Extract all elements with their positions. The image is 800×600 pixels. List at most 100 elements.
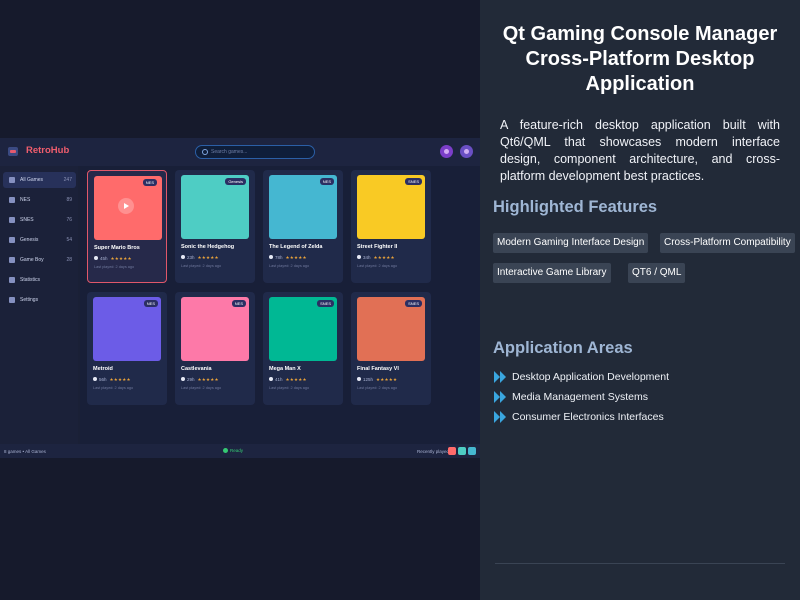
clock-icon — [181, 255, 185, 259]
features-heading: Highlighted Features — [493, 198, 658, 216]
platform-badge: SNES — [405, 300, 422, 307]
game-card[interactable]: NES Castlevania 29h ★★★★★ Last played: 2 day… — [175, 292, 255, 405]
game-card[interactable]: NES Metroid 56h ★★★★★ Last played: 2 days ag… — [87, 292, 167, 405]
last-played: Last played: 2 days ago — [269, 386, 310, 390]
game-card[interactable]: SNES Final Fantasy VI 125h ★★★★★ Last played… — [351, 292, 431, 405]
sidebar-item-label: All Games — [20, 177, 44, 183]
last-played: Last played: 2 days ago — [357, 386, 398, 390]
title-line: Application — [585, 73, 695, 95]
retrohub-window: RetroHub Search games... All Games 247 NES… — [0, 138, 480, 458]
game-meta: 34h ★★★★★ — [357, 255, 395, 261]
clock-icon — [93, 377, 97, 381]
last-played: Last played: 2 days ago — [357, 264, 398, 268]
chevron-right-icon — [494, 391, 508, 403]
page-title: Qt Gaming Console Manager Cross-Platform… — [480, 22, 800, 97]
profile-button[interactable] — [440, 145, 453, 158]
clock-icon — [357, 255, 361, 259]
settings-button[interactable] — [460, 145, 473, 158]
sidebar-item-game-boy[interactable]: Game Boy 28 — [3, 252, 76, 268]
game-meta: 56h ★★★★★ — [93, 377, 131, 383]
description-panel: Qt Gaming Console Manager Cross-Platform… — [480, 0, 800, 600]
star-rating: ★★★★★ — [285, 377, 307, 382]
last-played: Last played: 2 days ago — [93, 386, 134, 390]
recent-game-swatch[interactable] — [448, 447, 456, 455]
game-title: Metroid — [93, 366, 113, 372]
sidebar-item-count: 89 — [66, 197, 72, 203]
status-ready: Ready — [223, 448, 243, 454]
game-title: The Legend of Zelda — [269, 244, 323, 250]
feature-tag: Interactive Game Library — [493, 263, 611, 283]
sidebar-item-all-games[interactable]: All Games 247 — [3, 172, 76, 188]
sidebar-item-genesis[interactable]: Genesis 54 — [3, 232, 76, 248]
platform-badge: SNES — [405, 178, 422, 185]
star-rating: ★★★★★ — [376, 377, 398, 382]
area-label: Media Management Systems — [512, 391, 648, 403]
game-card[interactable]: SNES Street Fighter II 34h ★★★★★ Last played… — [351, 170, 431, 283]
areas-heading: Application Areas — [493, 339, 633, 357]
game-meta: 78h ★★★★★ — [269, 255, 307, 261]
platform-badge: Genesis — [225, 178, 246, 185]
game-meta: 29h ★★★★★ — [181, 377, 219, 383]
star-rating: ★★★★★ — [197, 255, 219, 260]
chevron-right-icon — [494, 411, 508, 423]
play-icon[interactable] — [118, 198, 134, 214]
play-time: 41h — [275, 377, 283, 382]
genesis-icon — [9, 237, 15, 243]
game-title: Sonic the Hedgehog — [181, 244, 235, 250]
clock-icon — [357, 377, 361, 381]
clock-icon — [94, 256, 98, 260]
snes-icon — [9, 217, 15, 223]
divider — [495, 563, 785, 564]
feature-tag: Cross-Platform Compatibility — [660, 233, 795, 253]
game-card[interactable]: SNES Mega Man X 41h ★★★★★ Last played: 2 day… — [263, 292, 343, 405]
game-card[interactable]: NES The Legend of Zelda 78h ★★★★★ Last playe… — [263, 170, 343, 283]
sidebar-item-nes[interactable]: NES 89 — [3, 192, 76, 208]
last-played: Last played: 2 days ago — [181, 386, 222, 390]
platform-badge: SNES — [317, 300, 334, 307]
game-card[interactable]: NES Super Mario Bros 45h ★★★★★ Last played: … — [87, 170, 167, 283]
search-input[interactable]: Search games... — [195, 145, 315, 159]
title-line: Qt Gaming Console Manager — [502, 23, 778, 45]
app-screenshot-area: RetroHub Search games... All Games 247 NES… — [0, 0, 480, 600]
sidebar-item-label: NES — [20, 197, 31, 203]
recently-played-label: Recently played: — [417, 449, 451, 454]
game-title: Castlevania — [181, 366, 212, 372]
game-meta: 23h ★★★★★ — [181, 255, 219, 261]
game-meta: 45h ★★★★★ — [94, 256, 132, 262]
area-label: Desktop Application Development — [512, 371, 670, 383]
star-rating: ★★★★★ — [109, 377, 131, 382]
title-line: Cross-Platform Desktop — [525, 48, 755, 70]
star-rating: ★★★★★ — [110, 256, 132, 261]
ready-indicator-icon — [223, 448, 228, 453]
sidebar-item-settings[interactable]: Settings — [3, 292, 76, 308]
game-title: Final Fantasy VI — [357, 366, 399, 372]
user-icon — [444, 149, 449, 154]
game-meta: 41h ★★★★★ — [269, 377, 307, 383]
play-time: 45h — [100, 256, 108, 261]
last-played: Last played: 2 days ago — [94, 265, 135, 269]
sidebar-item-count: 28 — [66, 257, 72, 263]
last-played: Last played: 2 days ago — [269, 264, 310, 268]
game-title: Mega Man X — [269, 366, 301, 372]
sidebar-item-count: 76 — [66, 217, 72, 223]
recent-game-swatch[interactable] — [458, 447, 466, 455]
game-card[interactable]: Genesis Sonic the Hedgehog 23h ★★★★★ Last pl… — [175, 170, 255, 283]
feature-tag: QT6 / QML — [628, 263, 686, 283]
gameboy-icon — [9, 257, 15, 263]
top-bar: RetroHub Search games... — [0, 138, 480, 166]
clock-icon — [181, 377, 185, 381]
search-icon — [202, 149, 208, 155]
gamepad-icon — [9, 177, 15, 183]
play-time: 23h — [187, 255, 195, 260]
sidebar-item-snes[interactable]: SNES 76 — [3, 212, 76, 228]
status-bar: 8 games • All Games Ready Recently playe… — [0, 444, 480, 458]
star-rating: ★★★★★ — [197, 377, 219, 382]
play-time: 29h — [187, 377, 195, 382]
sidebar-item-statistics[interactable]: Statistics — [3, 272, 76, 288]
star-rating: ★★★★★ — [373, 255, 395, 260]
sidebar-item-label: Settings — [20, 297, 39, 303]
recent-game-swatch[interactable] — [468, 447, 476, 455]
game-grid: NES Super Mario Bros 45h ★★★★★ Last played: … — [80, 166, 480, 444]
star-rating: ★★★★★ — [285, 255, 307, 260]
game-meta: 125h ★★★★★ — [357, 377, 397, 383]
